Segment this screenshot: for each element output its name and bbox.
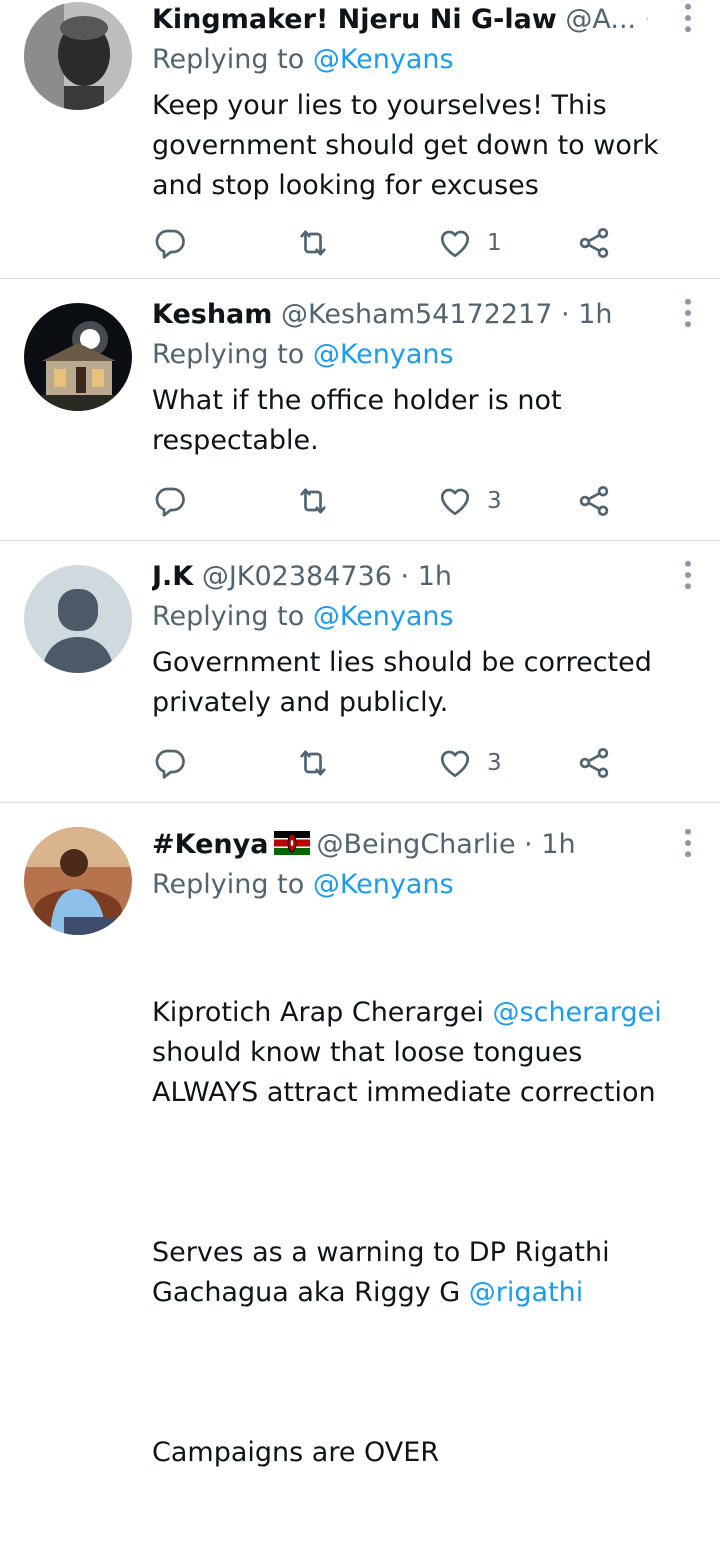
display-name[interactable]: Kingmaker! Njeru Ni G-law <box>152 4 557 35</box>
timestamp[interactable]: 1h <box>418 561 452 592</box>
more-vertical-icon[interactable] <box>670 0 706 36</box>
replying-label: Replying to <box>152 869 305 900</box>
separator-dot: · <box>400 561 410 592</box>
tweet-3[interactable]: J.K @JK02384736 · 1h Replying to @Kenyan… <box>0 541 720 803</box>
tweet-actions: 3 <box>152 743 696 783</box>
separator-dot: · <box>645 4 648 35</box>
tweet-header: Kesham @Kesham54172217 · 1h <box>152 295 648 335</box>
like-count: 3 <box>487 750 502 776</box>
display-name[interactable]: #Kenya <box>152 829 268 860</box>
replying-to: Replying to @Kenyans <box>152 40 454 80</box>
retweet-icon <box>295 225 331 261</box>
replying-label: Replying to <box>152 339 305 370</box>
display-name[interactable]: Kesham <box>152 299 272 330</box>
tweet-text-segment: should know that loose tongues ALWAYS at… <box>152 1037 656 1108</box>
avatar[interactable] <box>24 827 132 935</box>
share-button[interactable] <box>576 481 612 521</box>
more-vertical-icon[interactable] <box>670 295 706 331</box>
share-icon <box>576 745 612 781</box>
kenya-flag-icon <box>274 830 311 855</box>
tweet-4[interactable]: #Kenya @BeingCharlie · 1h Replying to @K… <box>0 803 720 1468</box>
tweet-paragraph: Campaigns are OVER <box>152 1433 696 1473</box>
user-handle[interactable]: @BeingCharlie <box>316 829 515 860</box>
more-vertical-icon[interactable] <box>670 825 706 861</box>
timestamp[interactable]: 1h <box>578 299 612 330</box>
user-handle[interactable]: @JK02384736 <box>202 561 392 592</box>
reply-button[interactable] <box>152 223 188 263</box>
separator-dot: · <box>561 299 570 330</box>
timestamp[interactable]: 1h <box>541 829 575 860</box>
share-button[interactable] <box>576 743 612 783</box>
retweet-button[interactable] <box>295 223 331 263</box>
like-count: 3 <box>487 488 502 514</box>
tweet-actions: 3 <box>152 481 696 521</box>
like-button[interactable]: 1 <box>437 223 502 263</box>
tweet-text-segment: Campaigns are OVER <box>152 1437 440 1468</box>
like-button[interactable]: 3 <box>437 481 502 521</box>
tweet-header: J.K @JK02384736 · 1h <box>152 557 648 597</box>
avatar[interactable] <box>24 303 132 411</box>
retweet-button[interactable] <box>295 743 331 783</box>
tweet-text: Kiprotich Arap Cherargei @scherargei shou… <box>152 913 696 1553</box>
replying-label: Replying to <box>152 44 305 75</box>
replying-to: Replying to @Kenyans <box>152 865 454 905</box>
reply-icon <box>152 745 188 781</box>
tweet-paragraph: Serves as a warning to DP Rigathi Gachag… <box>152 1233 696 1313</box>
tweet-text-segment: Kiprotich Arap Cherargei <box>152 997 493 1028</box>
like-button[interactable]: 3 <box>437 743 502 783</box>
retweet-icon <box>295 483 331 519</box>
mention-link[interactable]: @rigathi <box>469 1277 584 1308</box>
more-vertical-icon[interactable] <box>670 557 706 593</box>
mention-link[interactable]: @scherargei <box>493 997 662 1028</box>
replying-label: Replying to <box>152 601 305 632</box>
heart-icon <box>437 225 473 261</box>
retweet-icon <box>295 745 331 781</box>
share-button[interactable] <box>576 223 612 263</box>
replying-mention[interactable]: @Kenyans <box>313 601 454 632</box>
reply-icon <box>152 483 188 519</box>
user-handle[interactable]: @Kesham54172217 <box>281 299 552 330</box>
user-handle[interactable]: @A... <box>565 4 636 35</box>
retweet-button[interactable] <box>295 481 331 521</box>
share-icon <box>576 483 612 519</box>
tweet-1[interactable]: Kingmaker! Njeru Ni G-law @A... · 1h Rep… <box>0 0 720 279</box>
tweet-text: What if the office holder is not respect… <box>152 385 571 456</box>
reply-button[interactable] <box>152 743 188 783</box>
tweet-text: Keep your lies to yourselves! This gover… <box>152 90 668 201</box>
avatar[interactable] <box>24 2 132 110</box>
replying-to: Replying to @Kenyans <box>152 597 454 637</box>
tweet-2[interactable]: Kesham @Kesham54172217 · 1h Replying to … <box>0 279 720 541</box>
share-icon <box>576 225 612 261</box>
replying-mention[interactable]: @Kenyans <box>313 869 454 900</box>
replying-mention[interactable]: @Kenyans <box>313 339 454 370</box>
display-name[interactable]: J.K <box>152 561 193 592</box>
tweet-text: Government lies should be corrected priv… <box>152 647 661 718</box>
replying-mention[interactable]: @Kenyans <box>313 44 454 75</box>
heart-icon <box>437 745 473 781</box>
avatar[interactable] <box>24 565 132 673</box>
tweet-paragraph: Kiprotich Arap Cherargei @scherargei shou… <box>152 993 696 1113</box>
tweet-header: Kingmaker! Njeru Ni G-law @A... · 1h <box>152 0 648 40</box>
tweet-actions: 1 <box>152 223 696 263</box>
replying-to: Replying to @Kenyans <box>152 335 454 375</box>
separator-dot: · <box>524 829 533 860</box>
tweet-header: #Kenya @BeingCharlie · 1h <box>152 825 648 865</box>
reply-icon <box>152 225 188 261</box>
heart-icon <box>437 483 473 519</box>
like-count: 1 <box>487 230 502 256</box>
reply-button[interactable] <box>152 481 188 521</box>
